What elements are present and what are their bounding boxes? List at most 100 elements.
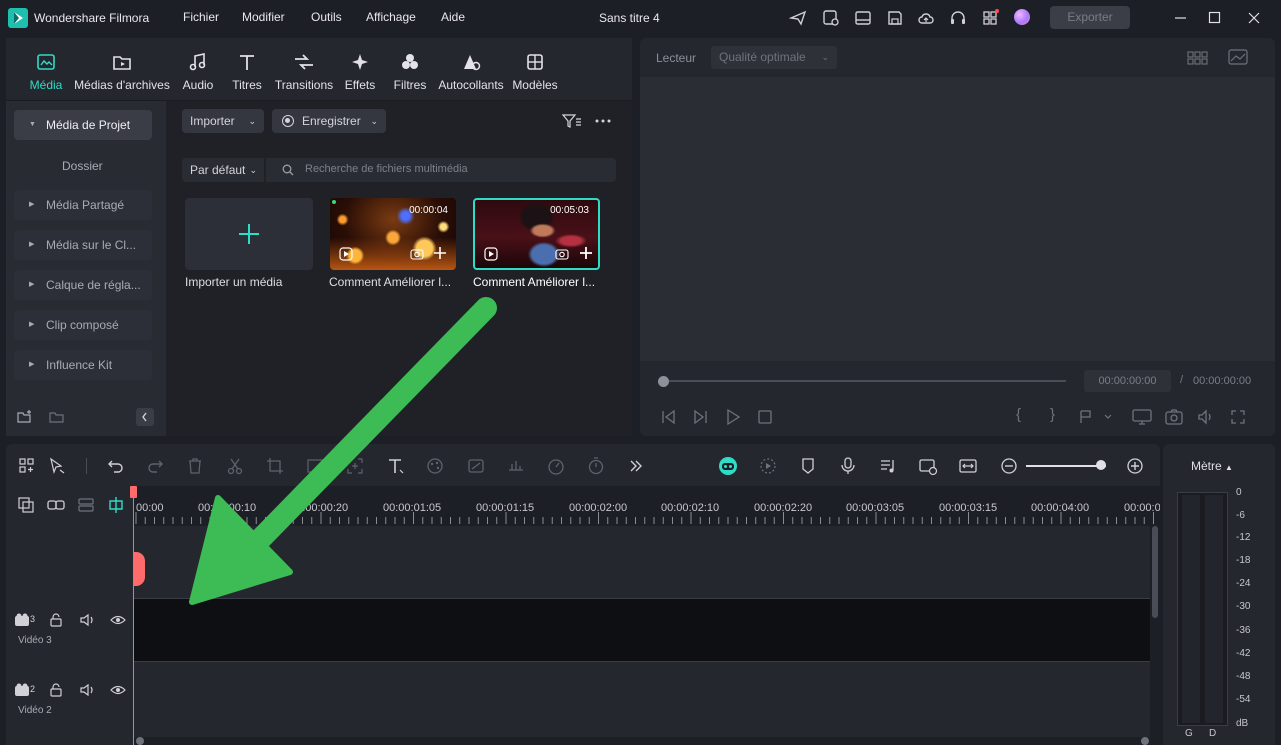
collapse-sidebar-icon[interactable] <box>136 408 154 426</box>
filter-sort-icon[interactable] <box>561 113 582 129</box>
import-media-tile[interactable] <box>185 198 313 270</box>
new-folder-icon[interactable] <box>17 409 33 425</box>
apps-grid-icon[interactable] <box>982 9 1000 27</box>
tab-templates[interactable]: Modèles <box>512 50 558 92</box>
scroll-handle-left[interactable] <box>136 737 144 745</box>
menu-aide[interactable]: Aide <box>441 10 465 24</box>
playhead-line[interactable] <box>133 490 134 745</box>
next-frame-icon[interactable] <box>692 408 710 426</box>
tab-media[interactable]: Média <box>26 50 66 92</box>
audio-list-icon[interactable] <box>878 456 898 476</box>
folder-icon[interactable] <box>49 409 65 425</box>
tab-stickers[interactable]: Autocollants <box>436 50 506 92</box>
layout-icon[interactable] <box>854 9 872 27</box>
search-input[interactable]: Recherche de fichiers multimédia <box>266 158 616 182</box>
export-button[interactable]: Exporter <box>1050 6 1130 29</box>
track-video-2-lane[interactable] <box>134 662 1150 737</box>
timer-icon[interactable] <box>586 456 606 476</box>
snapshot-camera-icon[interactable] <box>1165 408 1183 426</box>
undo-icon[interactable] <box>106 456 126 476</box>
quality-dropdown[interactable]: Qualité optimale ⌄ <box>711 46 837 69</box>
scroll-handle-right[interactable] <box>1141 737 1149 745</box>
tab-effects[interactable]: Effets <box>340 50 380 92</box>
minimize-icon[interactable] <box>1172 9 1190 27</box>
sidebar-item-shared-media[interactable]: ▶ Média Partagé <box>14 190 152 220</box>
tab-titles[interactable]: Titres <box>227 50 267 92</box>
speaker-icon[interactable] <box>80 683 96 700</box>
track-stack-icon[interactable] <box>77 496 95 514</box>
play-icon[interactable] <box>724 408 742 426</box>
grid-view-icon[interactable] <box>1187 50 1209 66</box>
select-pointer-icon[interactable] <box>47 456 67 476</box>
send-icon[interactable] <box>788 9 807 27</box>
lock-icon[interactable] <box>49 613 63 630</box>
layout-grid-icon[interactable] <box>17 456 37 476</box>
playback-progress-handle[interactable] <box>658 376 669 387</box>
sidebar-item-influence-kit[interactable]: ▶ Influence Kit <box>14 350 152 380</box>
image-view-icon[interactable] <box>1228 49 1248 66</box>
lock-icon[interactable] <box>49 683 63 700</box>
playhead-handle[interactable] <box>130 486 137 498</box>
add-to-timeline-icon[interactable] <box>433 246 447 263</box>
vertical-scrollbar[interactable] <box>1150 526 1160 745</box>
mark-in-icon[interactable]: { <box>1016 406 1021 423</box>
volume-icon[interactable] <box>1197 408 1215 426</box>
sort-dropdown[interactable]: Par défaut ⌄ <box>182 158 264 182</box>
sidebar-item-cloud-media[interactable]: ▶ Média sur le Cl... <box>14 230 152 260</box>
picture-in-picture-icon[interactable] <box>918 456 938 476</box>
record-dropdown[interactable]: Enregistrer ⌄ <box>272 109 386 133</box>
fullscreen-icon[interactable] <box>1230 409 1246 425</box>
playback-progress-track[interactable] <box>662 380 1066 382</box>
maximize-icon[interactable] <box>1206 9 1224 27</box>
tab-audio[interactable]: Audio <box>178 50 218 92</box>
menu-affichage[interactable]: Affichage <box>366 10 416 24</box>
tab-stock-media[interactable]: Médias d'archives <box>74 50 170 92</box>
zoom-slider-handle[interactable] <box>1096 460 1106 470</box>
display-icon[interactable] <box>1132 408 1152 426</box>
snap-magnet-icon[interactable] <box>107 495 125 515</box>
scroll-thumb[interactable] <box>1152 526 1158 618</box>
render-preview-icon[interactable] <box>758 456 778 476</box>
more-tools-icon[interactable] <box>626 456 646 476</box>
sidebar-item-compound-clip[interactable]: ▶ Clip composé <box>14 310 152 340</box>
add-to-timeline-icon[interactable] <box>579 246 593 263</box>
horizontal-scrollbar[interactable] <box>134 737 1150 745</box>
microphone-icon[interactable] <box>838 456 858 476</box>
playhead-grip[interactable] <box>134 552 145 586</box>
zoom-out-icon[interactable] <box>999 456 1019 476</box>
close-icon[interactable] <box>1245 9 1263 27</box>
ai-robot-icon[interactable] <box>717 456 737 476</box>
previous-frame-icon[interactable] <box>659 408 677 426</box>
headset-support-icon[interactable] <box>949 9 967 27</box>
import-dropdown[interactable]: Importer ⌄ <box>182 109 264 133</box>
zoom-in-icon[interactable] <box>1125 456 1145 476</box>
menu-outils[interactable]: Outils <box>311 10 342 24</box>
user-avatar[interactable] <box>1014 9 1030 25</box>
zoom-slider-track[interactable] <box>1026 465 1106 467</box>
tab-transitions[interactable]: Transitions <box>273 50 335 92</box>
stop-icon[interactable] <box>756 408 774 426</box>
eye-icon[interactable] <box>110 614 126 629</box>
meter-title-dropdown[interactable]: Mètre ▲ <box>1191 459 1233 473</box>
save-icon[interactable] <box>886 9 904 27</box>
clip-thumbnail-1[interactable]: 00:00:04 <box>330 198 456 270</box>
add-track-icon[interactable] <box>17 496 35 514</box>
mark-out-icon[interactable]: } <box>1050 406 1055 423</box>
redo-icon[interactable] <box>145 456 165 476</box>
marker-shield-icon[interactable] <box>798 456 818 476</box>
cloud-upload-icon[interactable] <box>917 9 935 27</box>
template-check-icon[interactable] <box>822 9 840 27</box>
speed-icon[interactable] <box>546 456 566 476</box>
clip-thumbnail-2[interactable]: 00:05:03 <box>473 198 600 270</box>
menu-modifier[interactable]: Modifier <box>242 10 285 24</box>
folder-label[interactable]: Dossier <box>62 159 103 173</box>
menu-fichier[interactable]: Fichier <box>183 10 219 24</box>
tab-filters[interactable]: Filtres <box>390 50 430 92</box>
sidebar-item-adjustment-layer[interactable]: ▶ Calque de régla... <box>14 270 152 300</box>
link-icon[interactable] <box>46 496 66 514</box>
speaker-icon[interactable] <box>80 613 96 630</box>
eye-icon[interactable] <box>110 684 126 699</box>
fit-timeline-icon[interactable] <box>958 456 978 476</box>
more-options-icon[interactable] <box>594 113 612 129</box>
sidebar-item-project-media[interactable]: ▼ Média de Projet <box>14 110 152 140</box>
